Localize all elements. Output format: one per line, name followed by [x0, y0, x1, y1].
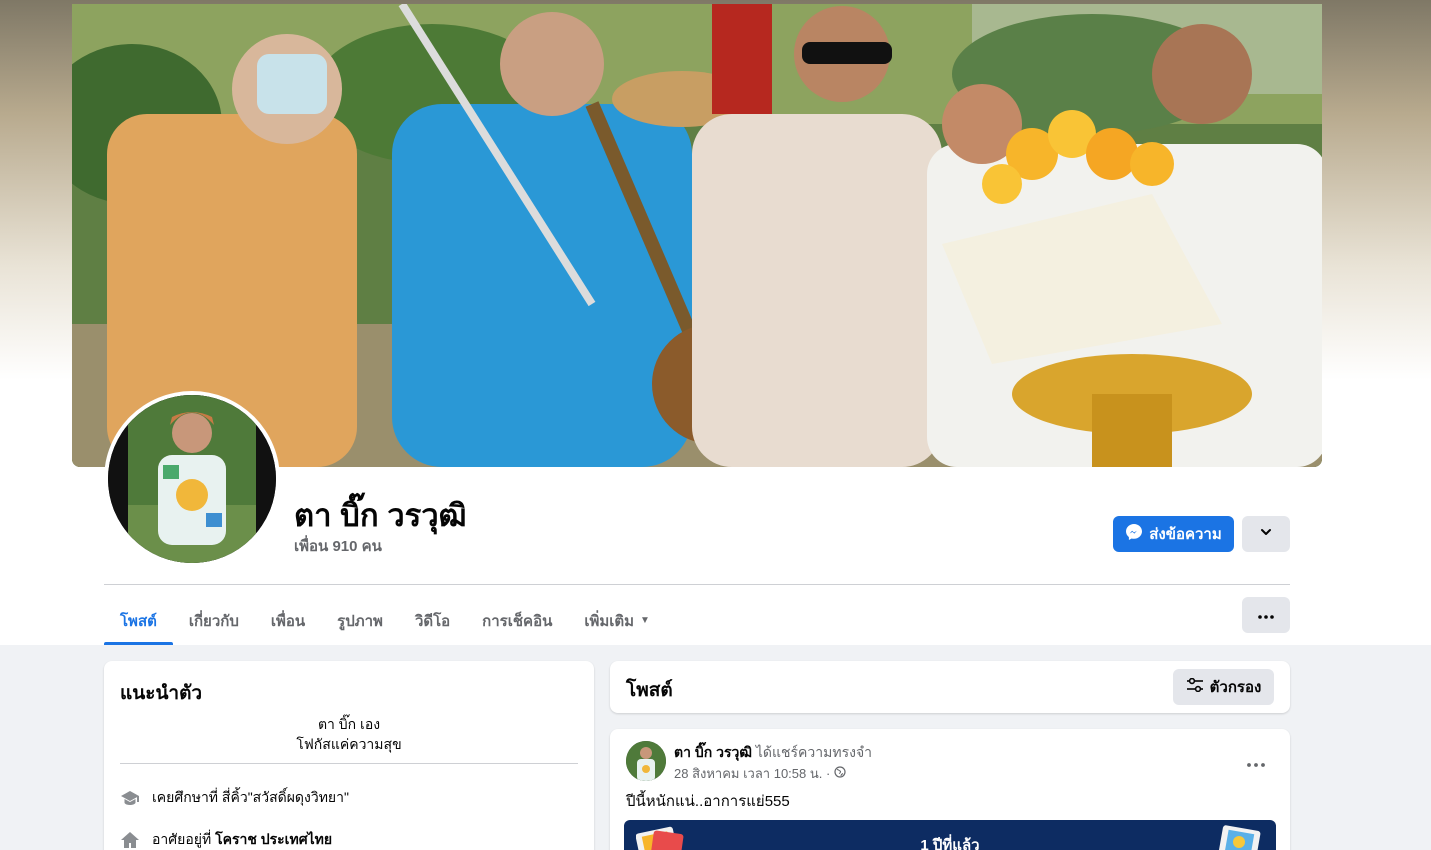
- send-message-label: ส่งข้อความ: [1149, 526, 1222, 543]
- post-meta: 28 สิงหาคม เวลา 10:58 น. ·: [674, 763, 846, 784]
- bio-line: โฟกัสแค่ความสุข: [296, 736, 402, 752]
- post-card: ตา บิ๊ก วรวุฒิ ได้แชร์ความทรงจำ 28 สิงหา…: [610, 729, 1290, 850]
- tab-label: การเช็คอิน: [482, 612, 553, 630]
- chevron-down-icon: [1259, 525, 1273, 544]
- education-text: เคยศึกษาที่ สี่คิ้ว"สวัสดิ์ผดุงวิทยา": [152, 789, 349, 805]
- filter-sliders-icon: [1186, 677, 1204, 696]
- tab-label: โพสต์: [120, 612, 157, 630]
- avatar-photo: [108, 395, 276, 563]
- posts-title: โพสต์: [626, 680, 673, 701]
- post-author-line: ตา บิ๊ก วรวุฒิ ได้แชร์ความทรงจำ: [674, 742, 872, 764]
- tab-label: วิดีโอ: [414, 612, 451, 630]
- tab-posts[interactable]: โพสต์: [104, 596, 173, 645]
- post-author-avatar[interactable]: [626, 741, 666, 781]
- tab-label: เพิ่มเติม: [584, 612, 635, 630]
- lives-in-place[interactable]: โคราช ประเทศไทย: [215, 831, 332, 847]
- tabs-more-options-button[interactable]: [1242, 597, 1290, 633]
- caret-down-icon: ▼: [640, 615, 650, 626]
- send-message-button[interactable]: ส่งข้อความ: [1113, 516, 1234, 552]
- tab-checkins[interactable]: การเช็คอิน: [466, 596, 568, 645]
- post-action-text: ได้แชร์ความทรงจำ: [751, 744, 873, 760]
- post-text: ปีนี้หนักแน่..อาการแย่555: [626, 793, 790, 810]
- memory-banner[interactable]: 1 ปีที่แล้ว: [624, 820, 1276, 850]
- tab-videos[interactable]: วิดีโอ: [399, 596, 466, 645]
- posts-header-card: โพสต์ ตัวกรอง: [610, 661, 1290, 713]
- cover-photo[interactable]: [72, 4, 1322, 467]
- tab-label: เพื่อน: [270, 612, 306, 630]
- profile-name: ตา บิ๊ก วรวุฒิ: [294, 498, 467, 533]
- post-more-options-button[interactable]: [1238, 745, 1274, 781]
- lives-in-item: อาศัยอยู่ที่ โคราช ประเทศไทย: [120, 829, 332, 850]
- lives-in-prefix: อาศัยอยู่ที่: [152, 831, 216, 847]
- friends-count[interactable]: เพื่อน 910 คน: [294, 534, 382, 558]
- tab-label: รูปภาพ: [337, 612, 383, 630]
- intro-divider: [120, 763, 578, 764]
- filter-button[interactable]: ตัวกรอง: [1173, 669, 1274, 705]
- profile-avatar[interactable]: [104, 391, 280, 567]
- tab-label: เกี่ยวกับ: [188, 612, 239, 630]
- header-divider: [104, 584, 1290, 585]
- more-horizontal-icon: [1258, 606, 1274, 624]
- profile-tabs: โพสต์ เกี่ยวกับ เพื่อน รูปภาพ วิดีโอ การ…: [104, 596, 666, 645]
- lives-in-text: อาศัยอยู่ที่ โคราช ประเทศไทย: [152, 829, 332, 850]
- graduation-cap-icon: [120, 788, 140, 808]
- tab-photos[interactable]: รูปภาพ: [321, 596, 399, 645]
- home-icon: [120, 830, 140, 850]
- bio-line: ตา บิ๊ก เอง: [317, 716, 381, 732]
- filter-label: ตัวกรอง: [1209, 679, 1262, 696]
- post-timestamp[interactable]: 28 สิงหาคม เวลา 10:58 น. ·: [674, 763, 830, 784]
- messenger-icon: [1125, 523, 1143, 545]
- memory-label: 1 ปีที่แล้ว: [920, 837, 980, 850]
- globe-icon: [834, 766, 846, 781]
- tab-about[interactable]: เกี่ยวกับ: [173, 596, 255, 645]
- bio: ตา บิ๊ก เอง โฟกัสแค่ความสุข: [104, 714, 594, 754]
- intro-card: แนะนำตัว ตา บิ๊ก เอง โฟกัสแค่ความสุข เคย…: [104, 661, 594, 850]
- more-horizontal-icon: [1247, 754, 1265, 772]
- post-author-name[interactable]: ตา บิ๊ก วรวุฒิ: [674, 744, 752, 760]
- profile-options-dropdown-button[interactable]: [1242, 516, 1290, 552]
- tab-more[interactable]: เพิ่มเติม ▼: [568, 596, 666, 645]
- tab-friends[interactable]: เพื่อน: [255, 596, 321, 645]
- intro-title: แนะนำตัว: [120, 683, 203, 704]
- education-item: เคยศึกษาที่ สี่คิ้ว"สวัสดิ์ผดุงวิทยา": [120, 787, 349, 809]
- photo-sticker-icon: [1216, 824, 1266, 850]
